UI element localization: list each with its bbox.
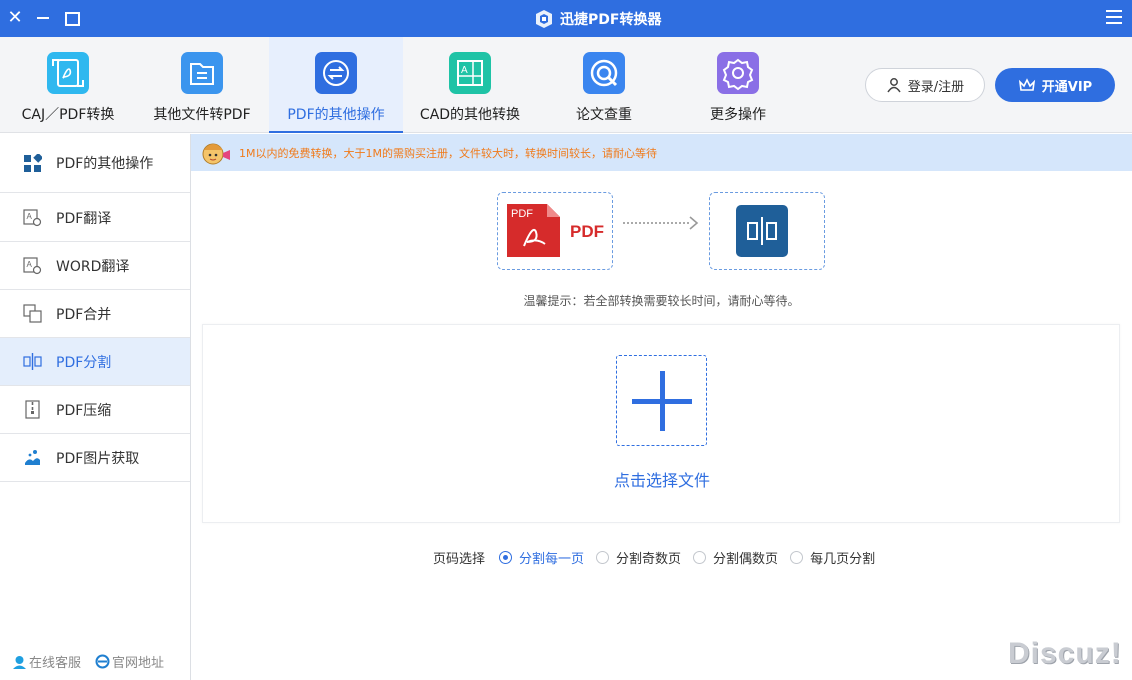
merge-icon xyxy=(23,304,42,323)
compress-icon xyxy=(25,400,40,419)
app-title-text: 迅捷PDF转换器 xyxy=(560,12,662,28)
sidebar-item-label: PDF压缩 xyxy=(56,402,112,419)
page-select-label: 页码选择 xyxy=(433,552,486,567)
watermark: Discuz! xyxy=(1008,637,1122,670)
app-title: 迅捷PDF转换器 xyxy=(534,8,661,30)
tab-label: PDF的其他操作 xyxy=(287,107,385,123)
tab-more[interactable]: 更多操作 xyxy=(671,37,805,133)
sidebar-item-pdf-merge[interactable]: PDF合并 xyxy=(0,290,190,338)
sidebar-header: PDF的其他操作 xyxy=(0,134,190,193)
menu-icon[interactable] xyxy=(1106,10,1122,26)
tab-label: CAJ／PDF转换 xyxy=(21,107,115,123)
result-split-box xyxy=(709,192,825,270)
sidebar-item-pdf-image-extract[interactable]: PDF图片获取 xyxy=(0,434,190,482)
radio-split-even-pages[interactable]: 分割偶数页 xyxy=(693,548,778,567)
folder-icon xyxy=(181,52,223,94)
sidebar-item-label: WORD翻译 xyxy=(56,258,130,275)
title-bar: ✕ 迅捷PDF转换器 xyxy=(0,0,1132,37)
online-service-link[interactable]: 在线客服 xyxy=(12,652,81,671)
svg-text:A: A xyxy=(461,65,468,76)
sidebar-item-pdf-split[interactable]: PDF分割 xyxy=(0,338,190,386)
file-drop-zone[interactable]: 点击选择文件 xyxy=(202,324,1120,523)
maximize-button[interactable] xyxy=(59,6,83,30)
minimize-button[interactable] xyxy=(31,6,55,30)
arrow-right-icon xyxy=(623,216,699,230)
tip-text: 温馨提示：若全部转换需要较长时间，请耐心等待。 xyxy=(523,294,800,308)
tab-label: CAD的其他转换 xyxy=(419,107,521,123)
mascot-icon xyxy=(202,143,230,164)
tab-pdf-other[interactable]: PDF的其他操作 xyxy=(269,37,403,133)
crown-icon xyxy=(1018,78,1035,91)
main-toolbar: CAJ／PDF转换 其他文件转PDF PDF的其他操作 A CAD的其他转换 论… xyxy=(0,37,1132,133)
translate-icon: A xyxy=(23,257,42,275)
tab-label: 其他文件转PDF xyxy=(153,107,251,123)
svg-text:A: A xyxy=(27,260,33,269)
exchange-icon xyxy=(315,52,357,94)
tab-label: 更多操作 xyxy=(710,107,766,123)
split-icon xyxy=(736,205,788,257)
notice-text: 1M以内的免费转换，大于1M的需购买注册，文件较大时，转换时间较长，请耐心等待 xyxy=(239,146,657,160)
gear-icon xyxy=(717,52,759,94)
sidebar-footer: 在线客服 官网地址 xyxy=(12,652,164,671)
headset-icon xyxy=(13,656,26,669)
split-icon xyxy=(23,353,42,370)
website-link[interactable]: 官网地址 xyxy=(95,652,164,671)
vip-button[interactable]: 开通VIP xyxy=(995,68,1115,102)
login-label: 登录/注册 xyxy=(907,79,965,95)
search-icon xyxy=(583,52,625,94)
translate-icon: A xyxy=(23,209,42,227)
sidebar-item-label: PDF合并 xyxy=(56,306,112,323)
pdf-badge: PDF xyxy=(511,208,533,220)
add-file-button[interactable] xyxy=(616,355,707,446)
website-label: 官网地址 xyxy=(112,656,165,671)
radio-split-every-page[interactable]: 分割每一页 xyxy=(499,548,584,567)
sidebar-item-word-translate[interactable]: A WORD翻译 xyxy=(0,242,190,290)
sidebar-item-pdf-compress[interactable]: PDF压缩 xyxy=(0,386,190,434)
close-button[interactable]: ✕ xyxy=(3,6,27,30)
pdf-label: PDF xyxy=(570,222,604,241)
notice-bar: 1M以内的免费转换，大于1M的需购买注册，文件较大时，转换时间较长，请耐心等待 xyxy=(191,134,1132,171)
sidebar-item-label: PDF图片获取 xyxy=(56,450,140,467)
sidebar-header-label: PDF的其他操作 xyxy=(56,156,154,172)
user-icon xyxy=(887,78,901,93)
sidebar-item-pdf-translate[interactable]: A PDF翻译 xyxy=(0,194,190,242)
login-button[interactable]: 登录/注册 xyxy=(865,68,985,102)
tab-caj-pdf[interactable]: CAJ／PDF转换 xyxy=(1,37,135,133)
tab-file-to-pdf[interactable]: 其他文件转PDF xyxy=(135,37,269,133)
online-service-label: 在线客服 xyxy=(29,656,82,671)
main-panel: 1M以内的免费转换，大于1M的需购买注册，文件较大时，转换时间较长，请耐心等待 … xyxy=(191,134,1132,680)
radio-split-every-n-pages[interactable]: 每几页分割 xyxy=(790,548,875,567)
app-logo-icon xyxy=(536,10,552,28)
svg-text:A: A xyxy=(27,212,33,221)
page-select-options: 页码选择 分割每一页 分割奇数页 分割偶数页 每几页分割 xyxy=(433,548,887,567)
caj-pdf-icon xyxy=(47,52,89,94)
browser-icon xyxy=(95,654,110,669)
select-file-label[interactable]: 点击选择文件 xyxy=(203,467,1121,491)
tab-label: 论文查重 xyxy=(576,107,632,123)
vip-label: 开通VIP xyxy=(1041,79,1093,95)
grid-icon xyxy=(24,153,42,172)
tab-plagiarism-check[interactable]: 论文查重 xyxy=(537,37,671,133)
image-extract-icon xyxy=(25,450,40,465)
source-pdf-box: PDF PDF xyxy=(497,192,613,270)
radio-split-odd-pages[interactable]: 分割奇数页 xyxy=(596,548,681,567)
tab-cad[interactable]: A CAD的其他转换 xyxy=(403,37,537,133)
cad-icon: A xyxy=(449,52,491,94)
sidebar-item-label: PDF翻译 xyxy=(56,210,112,227)
sidebar: PDF的其他操作 A PDF翻译 A WORD翻译 PDF合并 PDF分割 PD… xyxy=(0,134,191,680)
sidebar-item-label: PDF分割 xyxy=(56,354,112,371)
